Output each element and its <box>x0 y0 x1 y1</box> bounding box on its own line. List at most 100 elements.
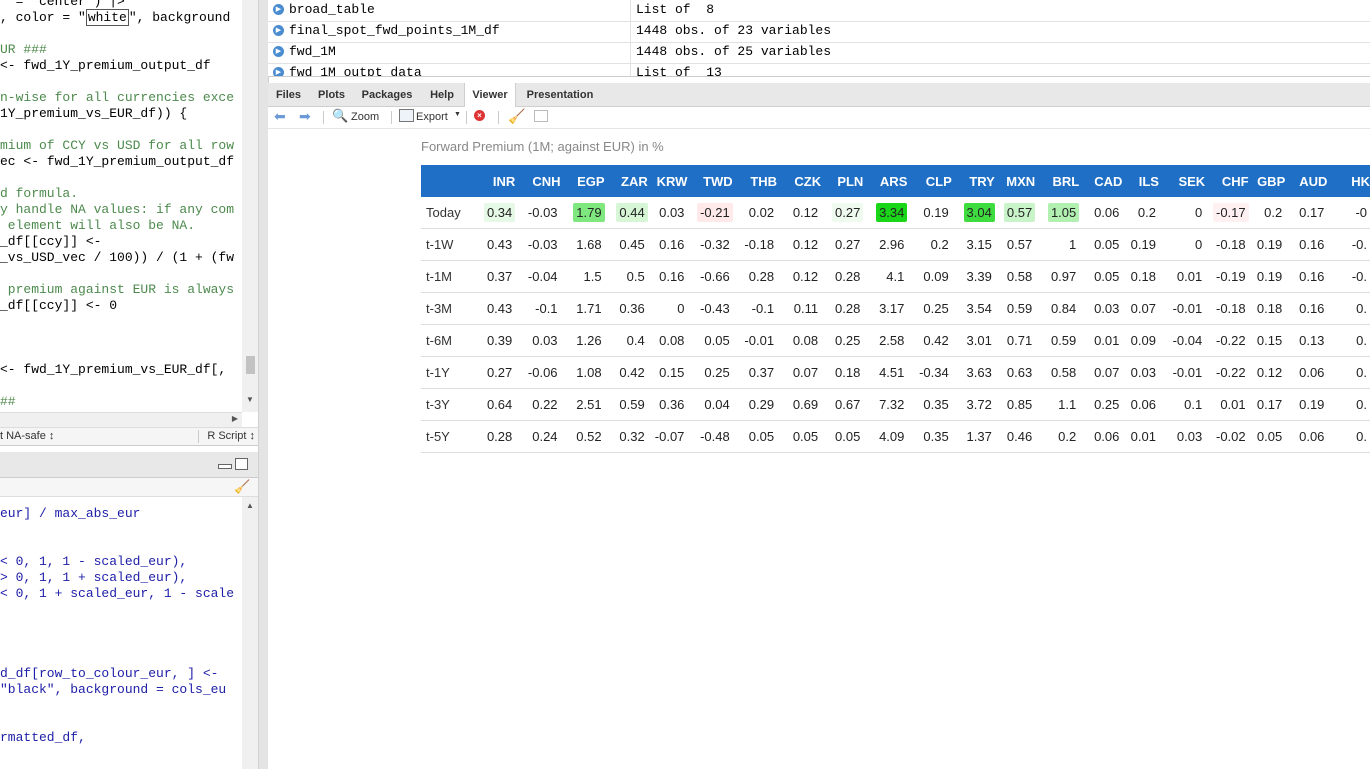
code-line[interactable]: n-wise for all currencies exce <box>0 90 234 106</box>
environment-row[interactable]: ▶ final_spot_fwd_points_1M_df 1448 obs. of… <box>268 21 1370 43</box>
stop-icon[interactable]: × <box>474 110 485 121</box>
table-cell: -0.07 <box>647 420 688 453</box>
table-cell: 0.12 <box>777 260 822 293</box>
code-line[interactable]: _df[[ccy]] <- <box>0 234 101 250</box>
cell-value: 3.39 <box>966 269 992 284</box>
code-line[interactable]: ec <- fwd_1Y_premium_output_df <box>0 154 234 170</box>
table-cell: 0.27 <box>468 356 516 389</box>
expand-arrow-icon[interactable]: ▶ <box>273 46 284 57</box>
code-fragment: , color = " <box>0 10 86 25</box>
table-cell: 0.57 <box>994 228 1036 261</box>
variable-value: 1448 obs. of 25 variables <box>636 44 832 59</box>
expand-arrow-icon[interactable]: ▶ <box>273 25 284 36</box>
expand-arrow-icon[interactable]: ▶ <box>273 4 284 15</box>
zoom-magnifier-icon[interactable]: 🔍 <box>332 108 348 124</box>
cell-value: 0.29 <box>748 397 775 412</box>
table-cell: 0.29 <box>732 388 778 421</box>
zoom-button[interactable]: Zoom <box>351 111 379 123</box>
table-cell: -0.04 <box>515 260 561 293</box>
clear-console-broom-icon[interactable]: 🧹 <box>234 479 250 495</box>
column-header: CZK <box>777 165 822 197</box>
table-cell: 0.18 <box>821 356 864 389</box>
chevron-down-icon[interactable]: ▼ <box>454 111 461 118</box>
table-row: t-1Y 0.27 -0.06 1.08 0.42 0.15 0.25 0.37 0.07 0.1… <box>421 356 1370 389</box>
row-label: t-1W <box>421 228 469 261</box>
table-cell: 1.5 <box>560 260 605 293</box>
table-cell: -0. <box>1327 228 1370 261</box>
maximize-icon[interactable] <box>235 458 248 470</box>
row-label: t-3Y <box>421 388 469 421</box>
code-line[interactable]: _vs_USD_vec / 100)) / (1 + (fw <box>0 250 234 266</box>
table-cell: 0.05 <box>1079 228 1123 261</box>
scroll-down-arrow-icon[interactable]: ▼ <box>246 395 254 404</box>
table-cell: 0.64 <box>468 388 516 421</box>
cell-value: 0.59 <box>1050 333 1077 348</box>
export-button[interactable]: Export <box>416 111 448 123</box>
environment-row[interactable]: ▶ broad_table List of 8 <box>268 0 1370 22</box>
tab-help[interactable]: Help <box>421 83 463 106</box>
table-cell: 0.25 <box>687 356 733 389</box>
code-line[interactable]: premium against EUR is always <box>0 282 234 298</box>
environment-row[interactable]: ▶ fwd_1M 1448 obs. of 25 variables <box>268 42 1370 64</box>
cell-value: 1.68 <box>576 237 602 252</box>
file-type-selector[interactable]: R Script ↕ <box>207 430 255 442</box>
cell-value: 0 <box>1194 237 1203 252</box>
cell-value: 1.08 <box>576 365 602 380</box>
code-line[interactable]: element will also be NA. <box>0 218 195 234</box>
code-line[interactable]: <- fwd_1Y_premium_vs_EUR_df[, <box>0 362 226 378</box>
table-row: t-1W 0.43 -0.03 1.68 0.45 0.16 -0.32 -0.18 0.12 0… <box>421 228 1370 261</box>
table-cell: -0.01 <box>1158 292 1206 325</box>
expand-arrow-icon[interactable]: ▶ <box>273 67 284 76</box>
code-line[interactable]: , color = " white ", background <box>0 9 230 26</box>
export-icon[interactable] <box>399 109 414 122</box>
forward-premium-table: INR CNH EGP ZAR KRW TWD THB CZK PLN ARS CLP TRY MXN B… <box>421 165 1370 453</box>
scroll-right-arrow-icon[interactable]: ▶ <box>232 414 238 423</box>
table-cell: 0.19 <box>907 197 952 229</box>
cell-value: -0.01 <box>1172 365 1203 380</box>
table-cell: 0.42 <box>604 356 648 389</box>
console-header <box>0 452 258 478</box>
column-header: ZAR <box>604 165 648 197</box>
table-cell: 0.07 <box>777 356 822 389</box>
editor-horizontal-scrollbar[interactable]: ▶ <box>0 412 242 427</box>
code-line[interactable]: UR ### <box>0 42 47 58</box>
back-arrow-icon[interactable]: ⬅ <box>274 109 290 123</box>
column-divider <box>630 63 631 76</box>
table-cell: 0.43 <box>468 292 516 325</box>
scroll-up-arrow-icon[interactable]: ▲ <box>246 501 254 510</box>
console-vertical-scrollbar[interactable]: ▲ <box>242 497 258 769</box>
forward-arrow-icon[interactable]: ➡ <box>299 109 315 123</box>
table-cell: 0.37 <box>468 260 516 293</box>
clear-viewer-broom-icon[interactable]: 🧹 <box>508 108 525 125</box>
table-cell: 3.72 <box>951 388 995 421</box>
tab-files[interactable]: Files <box>270 83 307 106</box>
cell-value: 0.27 <box>832 203 864 222</box>
cell-value: 0.19 <box>1256 237 1283 252</box>
cell-value: -0.66 <box>700 269 730 284</box>
source-editor[interactable]: = center ) |>, color = " white ", backgrou… <box>0 0 242 412</box>
tab-plots[interactable]: Plots <box>310 83 353 106</box>
editor-vertical-scrollbar[interactable]: ▼ <box>242 0 258 412</box>
cell-value: -0.19 <box>1215 269 1246 284</box>
minimize-icon[interactable] <box>218 464 232 469</box>
code-line[interactable]: d formula. <box>0 186 78 202</box>
cell-value: 0.2 <box>1058 429 1077 444</box>
scroll-thumb[interactable] <box>246 356 255 374</box>
code-line[interactable]: <- fwd_1Y_premium_output_df <box>0 58 211 74</box>
cell-value: 0.01 <box>1094 333 1120 348</box>
code-line[interactable]: ## <box>0 394 16 410</box>
cell-value: 0.11 <box>793 301 819 316</box>
code-line[interactable]: mium of CCY vs USD for all row <box>0 138 234 154</box>
code-line[interactable]: 1Y_premium_vs_EUR_df)) { <box>0 106 187 122</box>
popout-window-icon[interactable] <box>534 110 548 122</box>
tab-presentation[interactable]: Presentation <box>519 83 601 106</box>
console-output[interactable]: eur] / max_abs_eur < 0, 1, 1 - scaled_eur… <box>0 497 242 769</box>
cell-value: 0.67 <box>835 397 861 412</box>
cell-value: 0.25 <box>1094 397 1120 412</box>
environment-row[interactable]: ▶ fwd_1M_outpt_data List of 13 <box>268 63 1370 76</box>
function-selector[interactable]: t NA-safe ↕ <box>0 430 54 442</box>
code-line[interactable]: _df[[ccy]] <- 0 <box>0 298 117 314</box>
code-line[interactable]: y handle NA values: if any com <box>0 202 234 218</box>
tab-viewer[interactable]: Viewer <box>464 83 516 107</box>
tab-packages[interactable]: Packages <box>356 83 418 106</box>
